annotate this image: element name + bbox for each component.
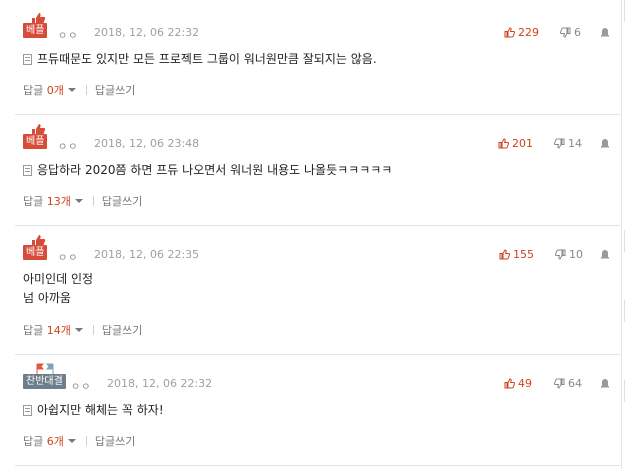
comment-text: 아쉽지만 해체는 꼭 하자! (37, 403, 164, 417)
write-reply-button[interactable]: 답글쓰기 (95, 435, 135, 448)
document-icon (23, 405, 32, 416)
thumbs-up-icon (504, 378, 515, 389)
reply-count: 13개 (46, 195, 71, 208)
comment-date: 2018, 12, 06 22:32 (94, 26, 200, 39)
comment-body: 아미인데 인정 넘 아까움 (23, 270, 93, 308)
comment-header: 찬반대결 ㅇㅇ 2018, 12, 06 22:32 49 64 (23, 363, 613, 393)
like-count: 155 (513, 248, 534, 261)
thumbs-up-icon (498, 138, 509, 149)
best-badge: 베플 (23, 12, 57, 42)
comment-date: 2018, 12, 06 23:48 (94, 137, 200, 150)
write-reply-button[interactable]: 답글쓰기 (102, 195, 142, 208)
comment-body: 응답하라 2020쯤 하면 프듀 나오면서 워너원 내용도 나올듯ㅋㅋㅋㅋㅋ (23, 161, 392, 180)
best-badge: 베플 (23, 234, 57, 264)
reply-toggle[interactable]: 답글 6개 (23, 435, 76, 448)
scrollbar-marker (624, 380, 630, 402)
reply-label: 답글 (23, 84, 44, 97)
thumbs-down-icon (554, 378, 565, 389)
comment-header: 베플 ㅇㅇ 2018, 12, 06 23:48 201 14 (23, 123, 613, 153)
username[interactable]: ㅇㅇ (58, 27, 78, 42)
document-icon (23, 165, 32, 176)
divider (85, 436, 87, 446)
username[interactable]: ㅇㅇ (71, 378, 91, 393)
comment-footer: 답글 0개 답글쓰기 (23, 82, 135, 98)
dislike-button[interactable]: 10 (555, 248, 583, 261)
thumbs-down-icon (560, 27, 571, 38)
comment-body: 프듀때문도 있지만 모든 프로젝트 그룹이 워너원만큼 잘되지는 않음. (23, 50, 377, 69)
caret-down-icon (74, 199, 83, 203)
comment-footer: 답글 13개 답글쓰기 (23, 193, 142, 209)
caret-down-icon (67, 88, 76, 92)
like-button[interactable]: 49 (504, 377, 532, 390)
divider (92, 196, 94, 206)
username[interactable]: ㅇㅇ (58, 138, 78, 153)
reply-toggle[interactable]: 답글 0개 (23, 84, 76, 97)
comment-item: 베플 ㅇㅇ 2018, 12, 06 22:32 229 6 프듀때문도 있지만… (15, 12, 620, 115)
badge-label: 베플 (23, 134, 48, 149)
write-reply-button[interactable]: 답글쓰기 (95, 84, 135, 97)
like-count: 201 (512, 137, 533, 150)
debate-badge: 찬반대결 (23, 363, 69, 393)
dislike-button[interactable]: 14 (554, 137, 582, 150)
comment-body: 아쉽지만 해체는 꼭 하자! (23, 401, 164, 420)
comment-text: 프듀때문도 있지만 모든 프로젝트 그룹이 워너원만큼 잘되지는 않음. (37, 52, 377, 66)
reply-count: 6개 (46, 435, 64, 448)
like-count: 49 (518, 377, 532, 390)
comment-footer: 답글 6개 답글쓰기 (23, 433, 135, 449)
like-button[interactable]: 201 (498, 137, 533, 150)
badge-label: 찬반대결 (23, 374, 66, 389)
divider (92, 325, 94, 335)
comment-text-line: 넘 아까움 (23, 291, 71, 305)
report-siren-icon[interactable] (600, 137, 610, 148)
reply-label: 답글 (23, 324, 44, 337)
like-count: 229 (518, 26, 539, 39)
reply-label: 답글 (23, 195, 44, 208)
reply-toggle[interactable]: 답글 13개 (23, 195, 83, 208)
scrollbar-edge[interactable] (621, 0, 630, 469)
dislike-count: 14 (568, 137, 582, 150)
dislike-button[interactable]: 64 (554, 377, 582, 390)
reply-toggle[interactable]: 답글 14개 (23, 324, 83, 337)
thumbs-down-icon (554, 138, 565, 149)
thumbs-up-icon (499, 249, 510, 260)
report-siren-icon[interactable] (600, 26, 610, 37)
comment-date: 2018, 12, 06 22:35 (94, 248, 200, 261)
like-button[interactable]: 155 (499, 248, 534, 261)
comment-header: 베플 ㅇㅇ 2018, 12, 06 22:32 229 6 (23, 12, 613, 42)
scrollbar-marker (624, 300, 630, 322)
report-siren-icon[interactable] (600, 248, 610, 259)
badge-label: 베플 (23, 245, 48, 260)
comment-footer: 답글 14개 답글쓰기 (23, 322, 142, 338)
comment-item: 베플 ㅇㅇ 2018, 12, 06 23:48 201 14 응답하라 202… (15, 123, 620, 226)
reply-count: 0개 (46, 84, 64, 97)
dislike-button[interactable]: 6 (560, 26, 581, 39)
comment-text-line: 아미인데 인정 (23, 272, 94, 286)
like-button[interactable]: 229 (504, 26, 539, 39)
thumbs-down-icon (555, 249, 566, 260)
username[interactable]: ㅇㅇ (58, 249, 78, 264)
caret-down-icon (67, 439, 76, 443)
divider (85, 85, 87, 95)
reply-label: 답글 (23, 435, 44, 448)
comment-text: 응답하라 2020쯤 하면 프듀 나오면서 워너원 내용도 나올듯ㅋㅋㅋㅋㅋ (37, 163, 393, 177)
best-badge: 베플 (23, 123, 57, 153)
comment-date: 2018, 12, 06 22:32 (107, 377, 213, 390)
dislike-count: 10 (569, 248, 583, 261)
badge-label: 베플 (23, 23, 48, 38)
dislike-count: 6 (574, 26, 581, 39)
comment-header: 베플 ㅇㅇ 2018, 12, 06 22:35 155 10 (23, 234, 613, 264)
thumbs-up-icon (504, 27, 515, 38)
scrollbar-marker (624, 230, 630, 252)
report-siren-icon[interactable] (600, 377, 610, 388)
reply-count: 14개 (46, 324, 71, 337)
write-reply-button[interactable]: 답글쓰기 (102, 324, 142, 337)
comment-item: 찬반대결 ㅇㅇ 2018, 12, 06 22:32 49 64 아쉽지만 해체… (15, 363, 620, 466)
caret-down-icon (74, 328, 83, 332)
scrollbar-marker (624, 0, 630, 22)
comment-item: 베플 ㅇㅇ 2018, 12, 06 22:35 155 10 아미인데 인정 … (15, 234, 620, 355)
document-icon (23, 54, 32, 65)
dislike-count: 64 (568, 377, 582, 390)
